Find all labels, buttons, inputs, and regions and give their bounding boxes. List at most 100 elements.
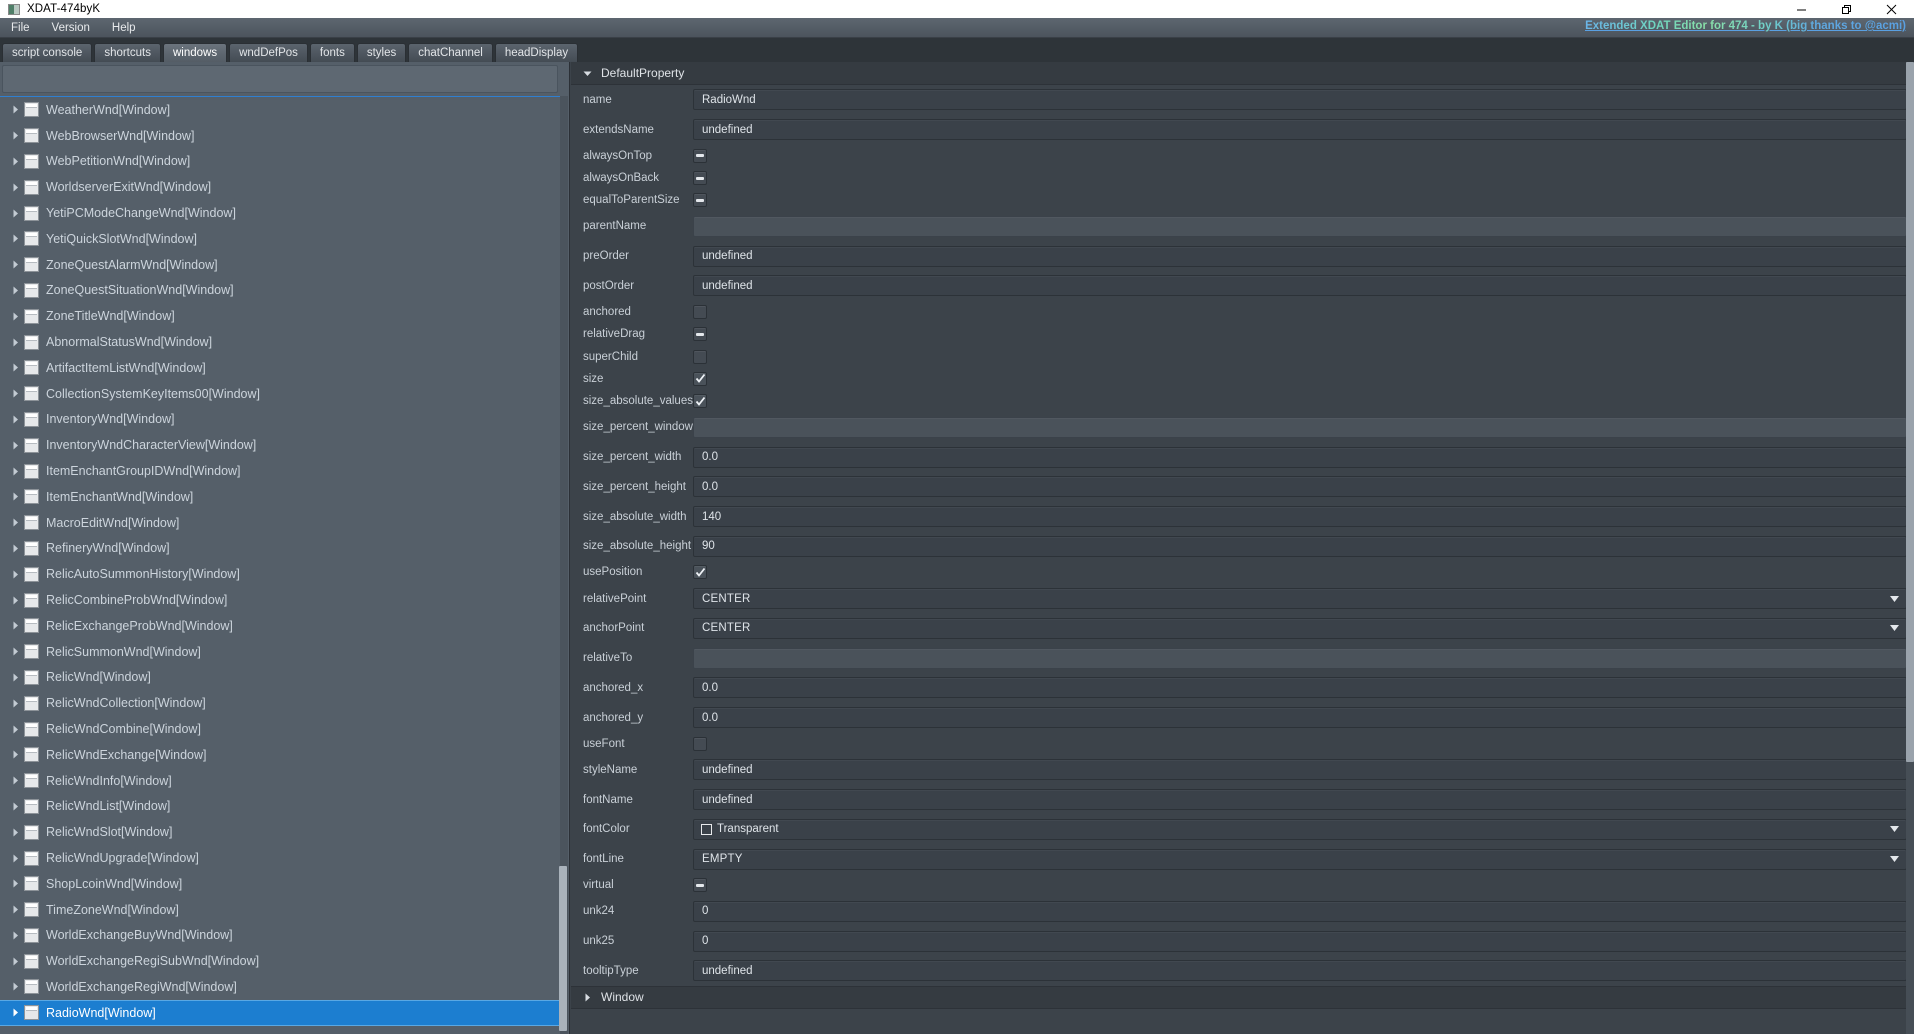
section-header-defaultproperty[interactable]: DefaultProperty [571, 62, 1914, 85]
maximize-restore-button[interactable] [1824, 0, 1869, 18]
tree-row[interactable]: InventoryWndCharacterView[Window] [0, 432, 562, 458]
chevron-right-icon[interactable] [8, 596, 22, 605]
tree-row[interactable]: InventoryWnd[Window] [0, 407, 562, 433]
tab-shortcuts[interactable]: shortcuts [94, 43, 161, 62]
tab-headdisplay[interactable]: headDisplay [494, 43, 579, 62]
menu-item-file[interactable]: File [0, 18, 41, 38]
chevron-right-icon[interactable] [8, 234, 22, 243]
property-field-relativeTo[interactable] [693, 647, 1907, 669]
property-field-preOrder[interactable]: undefined [693, 245, 1907, 267]
property-field-size_absolute_width[interactable]: 140 [693, 506, 1907, 528]
tree-row[interactable]: YetiPCModeChangeWnd[Window] [0, 200, 562, 226]
tree-row[interactable]: WorldExchangeRegiWnd[Window] [0, 974, 562, 1000]
property-field-fontLine[interactable]: EMPTY [693, 848, 1907, 870]
tree-row[interactable]: RelicCombineProbWnd[Window] [0, 587, 562, 613]
tree-row[interactable]: ItemEnchantGroupIDWnd[Window] [0, 458, 562, 484]
tree-row[interactable]: WebBrowserWnd[Window] [0, 123, 562, 149]
tree-row[interactable]: ItemEnchantWnd[Window] [0, 484, 562, 510]
chevron-down-icon[interactable] [1890, 826, 1899, 833]
tree-row[interactable]: RelicWndExchange[Window] [0, 742, 562, 768]
tree-row[interactable]: RelicSummonWnd[Window] [0, 639, 562, 665]
chevron-right-icon[interactable] [8, 105, 22, 114]
tree-row[interactable]: RelicWndList[Window] [0, 794, 562, 820]
menu-item-version[interactable]: Version [41, 18, 101, 38]
menu-item-help[interactable]: Help [101, 18, 147, 38]
chevron-right-icon[interactable] [8, 131, 22, 140]
chevron-right-icon[interactable] [8, 879, 22, 888]
chevron-right-icon[interactable] [8, 183, 22, 192]
tree-row[interactable]: YetiQuickSlotWnd[Window] [0, 226, 562, 252]
tree-row[interactable]: RelicWndCombine[Window] [0, 716, 562, 742]
close-button[interactable] [1869, 0, 1914, 18]
checkbox-usePosition[interactable] [693, 565, 707, 580]
tab-wnddefpos[interactable]: wndDefPos [229, 43, 308, 62]
property-field-unk24[interactable]: 0 [693, 900, 1907, 922]
tree-row[interactable]: RelicWndInfo[Window] [0, 768, 562, 794]
tree-row[interactable]: WorldserverExitWnd[Window] [0, 174, 562, 200]
chevron-right-icon[interactable] [8, 725, 22, 734]
chevron-right-icon[interactable] [8, 518, 22, 527]
tree-row[interactable]: AbnormalStatusWnd[Window] [0, 329, 562, 355]
checkbox-size[interactable] [693, 371, 707, 386]
chevron-right-icon[interactable] [8, 415, 22, 424]
chevron-right-icon[interactable] [8, 854, 22, 863]
tree-row[interactable]: MacroEditWnd[Window] [0, 510, 562, 536]
chevron-right-icon[interactable] [8, 982, 22, 991]
tree-row[interactable]: TimeZoneWnd[Window] [0, 897, 562, 923]
property-scrollbar-track[interactable] [1906, 62, 1914, 1034]
tree-row[interactable]: ZoneTitleWnd[Window] [0, 303, 562, 329]
chevron-right-icon[interactable] [8, 467, 22, 476]
tree-filter-input[interactable] [2, 65, 558, 93]
chevron-right-icon[interactable] [8, 673, 22, 682]
minimize-button[interactable] [1779, 0, 1824, 18]
chevron-down-icon[interactable] [1890, 625, 1899, 632]
tree-row[interactable]: ShopLcoinWnd[Window] [0, 871, 562, 897]
tree-row[interactable]: ZoneQuestAlarmWnd[Window] [0, 252, 562, 278]
property-field-size_percent_height[interactable]: 0.0 [693, 476, 1907, 498]
chevron-right-icon[interactable] [8, 647, 22, 656]
chevron-right-icon[interactable] [8, 389, 22, 398]
section-header-window[interactable]: Window [571, 985, 1906, 1009]
tree-row[interactable]: WeatherWnd[Window] [0, 97, 562, 123]
chevron-right-icon[interactable] [8, 312, 22, 321]
chevron-down-icon[interactable] [1890, 595, 1899, 602]
checkbox-alwaysOnTop[interactable] [693, 148, 707, 163]
tree-row[interactable]: RelicWndSlot[Window] [0, 819, 562, 845]
chevron-right-icon[interactable] [8, 441, 22, 450]
property-field-relativePoint[interactable]: CENTER [693, 588, 1907, 610]
chevron-right-icon[interactable] [8, 544, 22, 553]
checkbox-alwaysOnBack[interactable] [693, 171, 707, 186]
property-field-size_percent_window[interactable] [693, 416, 1907, 438]
property-field-parentName[interactable] [693, 215, 1907, 237]
checkbox-superChild[interactable] [693, 349, 707, 364]
chevron-right-icon[interactable] [8, 621, 22, 630]
chevron-right-icon[interactable] [8, 286, 22, 295]
editor-credit-link[interactable]: Extended XDAT Editor for 474 - by K (big… [1585, 20, 1906, 32]
property-field-fontName[interactable]: undefined [693, 789, 1907, 811]
tab-windows[interactable]: windows [162, 43, 228, 62]
property-field-size_absolute_height[interactable]: 90 [693, 535, 1907, 557]
chevron-right-icon[interactable] [8, 802, 22, 811]
tree-row[interactable]: RelicWndUpgrade[Window] [0, 845, 562, 871]
chevron-right-icon[interactable] [8, 828, 22, 837]
property-scrollbar-thumb[interactable] [1906, 62, 1914, 762]
chevron-right-icon[interactable] [8, 750, 22, 759]
tree-row[interactable]: WebPetitionWnd[Window] [0, 149, 562, 175]
tree-row[interactable]: RelicWnd[Window] [0, 665, 562, 691]
window-tree[interactable]: WeatherWnd[Window] WebBrowserWnd[Window] W… [0, 96, 562, 1034]
property-field-anchorPoint[interactable]: CENTER [693, 617, 1907, 639]
property-field-unk25[interactable]: 0 [693, 930, 1907, 952]
property-field-fontColor[interactable]: Transparent [693, 818, 1907, 840]
checkbox-equalToParentSize[interactable] [693, 193, 707, 208]
chevron-right-icon[interactable] [8, 1008, 22, 1017]
tree-row[interactable]: WorldExchangeBuyWnd[Window] [0, 923, 562, 949]
chevron-right-icon[interactable] [8, 260, 22, 269]
checkbox-virtual[interactable] [693, 878, 707, 893]
chevron-right-icon[interactable] [8, 957, 22, 966]
tree-row[interactable]: RelicWndCollection[Window] [0, 690, 562, 716]
chevron-right-icon[interactable] [8, 492, 22, 501]
tab-styles[interactable]: styles [356, 43, 407, 62]
tab-script-console[interactable]: script console [2, 43, 93, 62]
property-field-postOrder[interactable]: undefined [693, 275, 1907, 297]
property-field-size_percent_width[interactable]: 0.0 [693, 446, 1907, 468]
